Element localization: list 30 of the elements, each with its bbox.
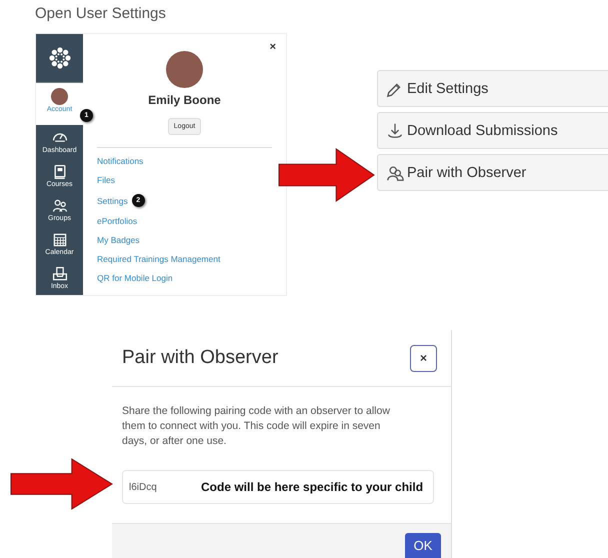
- dialog-title: Pair with Observer: [122, 347, 278, 369]
- menu-link[interactable]: Settings: [97, 196, 128, 206]
- dialog-message: Share the following pairing code with an observer to allow them to connect with you. This code will expire in seven days, or after one use.: [122, 404, 391, 449]
- ok-button[interactable]: OK: [405, 533, 441, 558]
- user-name: Emily Boone: [147, 93, 222, 107]
- menu-link[interactable]: Files: [97, 175, 115, 185]
- close-button[interactable]: ×: [410, 344, 437, 372]
- menu-link[interactable]: Notifications: [97, 156, 144, 166]
- book-icon: [52, 164, 68, 180]
- menu-link[interactable]: QR for Mobile Login: [97, 273, 173, 283]
- inbox-icon: [52, 266, 68, 282]
- settings-button[interactable]: Download Submissions: [377, 112, 608, 149]
- settings-button[interactable]: Pair with Observer: [377, 154, 608, 191]
- logo-icon: [48, 46, 72, 70]
- page-heading: Open User Settings: [35, 5, 166, 22]
- pairing-code-field[interactable]: l6iDcq Code will be here specific to your child: [122, 470, 434, 504]
- arrow-icon: [278, 148, 375, 202]
- menu-link[interactable]: Required Trainings Management: [97, 254, 220, 264]
- calendar-icon: [52, 232, 68, 248]
- people-icon: [386, 164, 404, 182]
- avatar-icon: [51, 88, 68, 105]
- download-icon: [386, 122, 404, 140]
- annotation-text: Code will be here specific to your child: [201, 480, 424, 494]
- close-button[interactable]: ×: [270, 41, 276, 53]
- menu-link[interactable]: My Badges: [97, 235, 140, 245]
- people-icon: [52, 198, 68, 214]
- settings-button[interactable]: Edit Settings: [377, 70, 608, 107]
- arrow-icon: [10, 458, 113, 510]
- profile-photo: [166, 51, 203, 88]
- menu-link[interactable]: ePortfolios: [97, 216, 138, 226]
